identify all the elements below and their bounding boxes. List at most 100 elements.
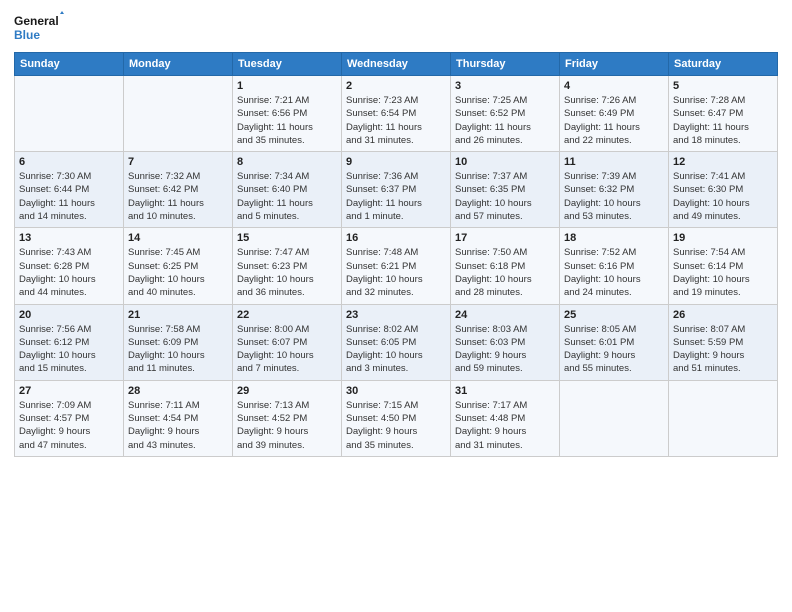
day-info: Sunrise: 7:30 AM Sunset: 6:44 PM Dayligh… (19, 170, 119, 223)
day-number: 13 (19, 232, 119, 244)
calendar-cell (15, 76, 124, 152)
day-header-wednesday: Wednesday (342, 53, 451, 76)
day-info: Sunrise: 7:48 AM Sunset: 6:21 PM Dayligh… (346, 246, 446, 299)
day-header-tuesday: Tuesday (233, 53, 342, 76)
calendar-cell: 28 Sunrise: 7:11 AM Sunset: 4:54 PM Dayli… (124, 380, 233, 456)
calendar-table: SundayMondayTuesdayWednesdayThursdayFrid… (14, 52, 778, 457)
day-number: 7 (128, 156, 228, 168)
calendar-cell: 31Sunrise: 7:17 AM Sunset: 4:48 PM Dayli… (451, 380, 560, 456)
day-info: Sunrise: 7:45 AM Sunset: 6:25 PM Dayligh… (128, 246, 228, 299)
calendar-cell: 7Sunrise: 7:32 AM Sunset: 6:42 PM Daylig… (124, 152, 233, 228)
day-number: 18 (564, 232, 664, 244)
calendar-cell: 9Sunrise: 7:36 AM Sunset: 6:37 PM Daylig… (342, 152, 451, 228)
day-info: Sunrise: 7:39 AM Sunset: 6:32 PM Dayligh… (564, 170, 664, 223)
calendar-cell: 17 Sunrise: 7:50 AM Sunset: 6:18 PM Dayli… (451, 228, 560, 304)
day-info: Sunrise: 7:15 AM Sunset: 4:50 PM Dayligh… (346, 399, 446, 452)
calendar-cell: 6 Sunrise: 7:30 AM Sunset: 6:44 PM Daylig… (15, 152, 124, 228)
day-number: 12 (673, 156, 773, 168)
header-row: SundayMondayTuesdayWednesdayThursdayFrid… (15, 53, 778, 76)
day-number: 16 (346, 232, 446, 244)
day-info: Sunrise: 7:54 AM Sunset: 6:14 PM Dayligh… (673, 246, 773, 299)
page: General Blue SundayMondayTuesdayWednesda… (0, 0, 792, 612)
day-number: 6 (19, 156, 119, 168)
day-info: Sunrise: 8:05 AM Sunset: 6:01 PM Dayligh… (564, 323, 664, 376)
calendar-cell: 14 Sunrise: 7:45 AM Sunset: 6:25 PM Dayli… (124, 228, 233, 304)
day-number: 14 (128, 232, 228, 244)
day-info: Sunrise: 7:36 AM Sunset: 6:37 PM Dayligh… (346, 170, 446, 223)
day-info: Sunrise: 7:09 AM Sunset: 4:57 PM Dayligh… (19, 399, 119, 452)
logo: General Blue (14, 10, 64, 46)
header: General Blue (14, 10, 778, 46)
calendar-cell: 23 Sunrise: 8:02 AM Sunset: 6:05 PM Dayli… (342, 304, 451, 380)
day-header-monday: Monday (124, 53, 233, 76)
day-number: 31 (455, 385, 555, 397)
calendar-cell: 22 Sunrise: 8:00 AM Sunset: 6:07 PM Dayli… (233, 304, 342, 380)
calendar-cell: 15 Sunrise: 7:47 AM Sunset: 6:23 PM Dayli… (233, 228, 342, 304)
day-number: 2 (346, 80, 446, 92)
calendar-cell: 20 Sunrise: 7:56 AM Sunset: 6:12 PM Dayli… (15, 304, 124, 380)
day-number: 23 (346, 309, 446, 321)
day-number: 1 (237, 80, 337, 92)
calendar-cell: 21 Sunrise: 7:58 AM Sunset: 6:09 PM Dayli… (124, 304, 233, 380)
calendar-cell: 26 Sunrise: 8:07 AM Sunset: 5:59 PM Dayli… (669, 304, 778, 380)
day-info: Sunrise: 7:11 AM Sunset: 4:54 PM Dayligh… (128, 399, 228, 452)
calendar-cell (560, 380, 669, 456)
calendar-cell: 4 Sunrise: 7:26 AM Sunset: 6:49 PM Daylig… (560, 76, 669, 152)
calendar-cell: 8 Sunrise: 7:34 AM Sunset: 6:40 PM Daylig… (233, 152, 342, 228)
day-info: Sunrise: 7:56 AM Sunset: 6:12 PM Dayligh… (19, 323, 119, 376)
day-header-saturday: Saturday (669, 53, 778, 76)
day-number: 25 (564, 309, 664, 321)
logo-svg: General Blue (14, 10, 64, 46)
day-info: Sunrise: 7:50 AM Sunset: 6:18 PM Dayligh… (455, 246, 555, 299)
week-row-4: 20 Sunrise: 7:56 AM Sunset: 6:12 PM Dayli… (15, 304, 778, 380)
svg-text:Blue: Blue (14, 28, 40, 42)
day-info: Sunrise: 7:47 AM Sunset: 6:23 PM Dayligh… (237, 246, 337, 299)
calendar-cell: 12Sunrise: 7:41 AM Sunset: 6:30 PM Dayli… (669, 152, 778, 228)
day-info: Sunrise: 8:00 AM Sunset: 6:07 PM Dayligh… (237, 323, 337, 376)
week-row-1: 1 Sunrise: 7:21 AM Sunset: 6:56 PM Daylig… (15, 76, 778, 152)
day-info: Sunrise: 7:43 AM Sunset: 6:28 PM Dayligh… (19, 246, 119, 299)
calendar-cell: 27Sunrise: 7:09 AM Sunset: 4:57 PM Dayli… (15, 380, 124, 456)
calendar-cell: 25 Sunrise: 8:05 AM Sunset: 6:01 PM Dayli… (560, 304, 669, 380)
day-number: 20 (19, 309, 119, 321)
day-info: Sunrise: 7:37 AM Sunset: 6:35 PM Dayligh… (455, 170, 555, 223)
day-info: Sunrise: 7:52 AM Sunset: 6:16 PM Dayligh… (564, 246, 664, 299)
day-number: 11 (564, 156, 664, 168)
calendar-cell: 16 Sunrise: 7:48 AM Sunset: 6:21 PM Dayli… (342, 228, 451, 304)
day-info: Sunrise: 7:34 AM Sunset: 6:40 PM Dayligh… (237, 170, 337, 223)
calendar-cell: 18 Sunrise: 7:52 AM Sunset: 6:16 PM Dayli… (560, 228, 669, 304)
day-number: 21 (128, 309, 228, 321)
day-number: 26 (673, 309, 773, 321)
calendar-cell: 3 Sunrise: 7:25 AM Sunset: 6:52 PM Daylig… (451, 76, 560, 152)
day-info: Sunrise: 7:58 AM Sunset: 6:09 PM Dayligh… (128, 323, 228, 376)
calendar-cell: 2Sunrise: 7:23 AM Sunset: 6:54 PM Daylig… (342, 76, 451, 152)
day-number: 28 (128, 385, 228, 397)
day-number: 30 (346, 385, 446, 397)
day-info: Sunrise: 7:21 AM Sunset: 6:56 PM Dayligh… (237, 94, 337, 147)
week-row-5: 27Sunrise: 7:09 AM Sunset: 4:57 PM Dayli… (15, 380, 778, 456)
calendar-cell: 5Sunrise: 7:28 AM Sunset: 6:47 PM Daylig… (669, 76, 778, 152)
day-info: Sunrise: 8:02 AM Sunset: 6:05 PM Dayligh… (346, 323, 446, 376)
day-number: 17 (455, 232, 555, 244)
calendar-cell: 19 Sunrise: 7:54 AM Sunset: 6:14 PM Dayli… (669, 228, 778, 304)
day-number: 8 (237, 156, 337, 168)
calendar-cell: 10 Sunrise: 7:37 AM Sunset: 6:35 PM Dayli… (451, 152, 560, 228)
day-info: Sunrise: 8:07 AM Sunset: 5:59 PM Dayligh… (673, 323, 773, 376)
calendar-cell: 11 Sunrise: 7:39 AM Sunset: 6:32 PM Dayli… (560, 152, 669, 228)
day-header-friday: Friday (560, 53, 669, 76)
calendar-cell (669, 380, 778, 456)
calendar-cell: 13 Sunrise: 7:43 AM Sunset: 6:28 PM Dayli… (15, 228, 124, 304)
day-number: 3 (455, 80, 555, 92)
day-number: 19 (673, 232, 773, 244)
day-number: 15 (237, 232, 337, 244)
day-number: 22 (237, 309, 337, 321)
week-row-2: 6 Sunrise: 7:30 AM Sunset: 6:44 PM Daylig… (15, 152, 778, 228)
week-row-3: 13 Sunrise: 7:43 AM Sunset: 6:28 PM Dayli… (15, 228, 778, 304)
calendar-cell: 30 Sunrise: 7:15 AM Sunset: 4:50 PM Dayli… (342, 380, 451, 456)
day-info: Sunrise: 7:26 AM Sunset: 6:49 PM Dayligh… (564, 94, 664, 147)
day-info: Sunrise: 7:25 AM Sunset: 6:52 PM Dayligh… (455, 94, 555, 147)
day-number: 4 (564, 80, 664, 92)
day-number: 10 (455, 156, 555, 168)
calendar-cell: 24Sunrise: 8:03 AM Sunset: 6:03 PM Dayli… (451, 304, 560, 380)
calendar-cell: 1 Sunrise: 7:21 AM Sunset: 6:56 PM Daylig… (233, 76, 342, 152)
